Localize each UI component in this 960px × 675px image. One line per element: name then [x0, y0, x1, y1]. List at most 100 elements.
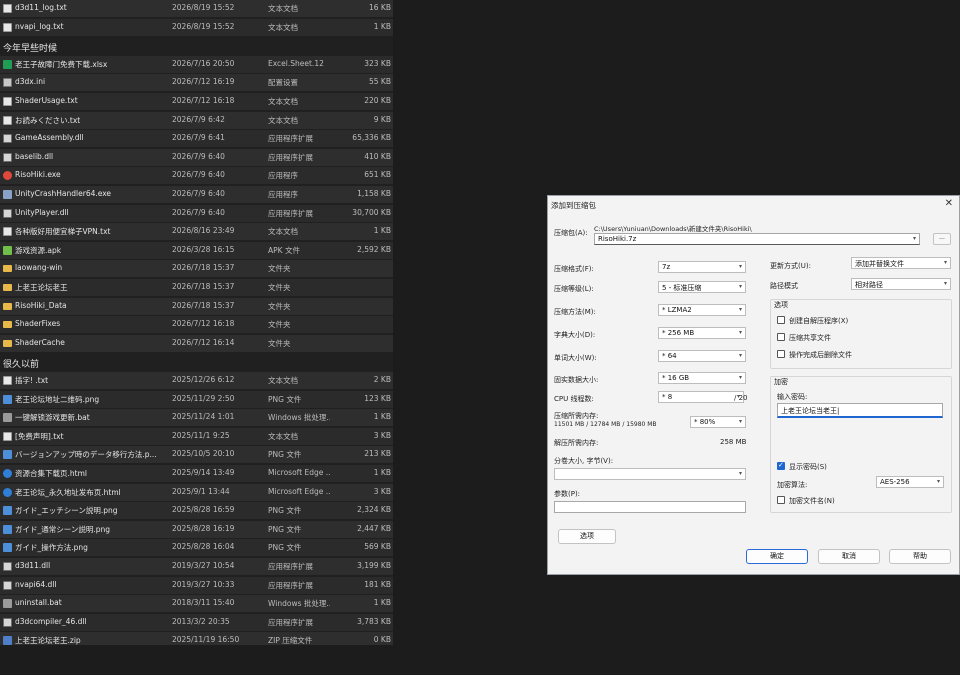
file-row[interactable]: お読みください.txt 2026/7/9 6:42 文本文档 9 KB: [0, 111, 393, 129]
format-value: 7z: [662, 263, 671, 271]
method-select[interactable]: * LZMA2 ▾: [658, 304, 746, 316]
options-button[interactable]: 选项: [558, 529, 616, 544]
file-type: Windows 批处理...: [268, 599, 330, 609]
zip-file-icon: [3, 636, 12, 645]
file-date: 2026/3/28 16:15: [172, 244, 235, 254]
file-name: ShaderFixes: [15, 319, 61, 329]
file-row[interactable]: ShaderFixes 2026/7/12 16:18 文件夹: [0, 316, 393, 334]
password-input[interactable]: 上老王论坛当老王|: [777, 403, 943, 418]
file-row[interactable]: ShaderUsage.txt 2026/7/12 16:18 文本文档 220 KB: [0, 93, 393, 110]
file-type: PNG 文件: [268, 543, 302, 553]
level-value: 5 - 标准压缩: [662, 284, 702, 292]
file-row[interactable]: 老王论坛地址二维码.png 2025/11/29 2:50 PNG 文件 123 KB: [0, 390, 393, 408]
file-row[interactable]: UnityPlayer.dll 2026/7/9 6:40 应用程序扩展 30,700…: [0, 204, 393, 222]
file-name: laowang-win: [15, 263, 63, 273]
dialog-title: 添加到压缩包: [551, 201, 596, 210]
group-header[interactable]: 今年早些时候: [3, 39, 57, 55]
file-row[interactable]: d3dcompiler_46.dll 2013/3/2 20:35 应用程序扩展 3,…: [0, 613, 393, 631]
options-group-title: 选项: [774, 301, 788, 309]
file-row[interactable]: [免费声明].txt 2025/11/1 9:25 文本文档 3 KB: [0, 427, 393, 445]
file-name: RisoHiki_Data: [15, 300, 67, 310]
cpu-threads-select[interactable]: * 8 ▾: [658, 391, 744, 403]
param-input[interactable]: [554, 501, 746, 513]
shared-checkbox[interactable]: [777, 333, 785, 341]
format-select[interactable]: 7z ▾: [658, 261, 746, 273]
sfx-label: 创建自解压程序(X): [789, 317, 849, 325]
file-row[interactable]: UnityCrashHandler64.exe 2026/7/9 6:40 应用程序…: [0, 186, 393, 203]
sfx-checkbox[interactable]: [777, 316, 785, 324]
split-size-select[interactable]: ▾: [554, 468, 746, 480]
file-row[interactable]: 老王论坛_永久地址发布页.html 2025/9/1 13:44 Microsoft…: [0, 483, 393, 501]
file-row[interactable]: RisoHiki.exe 2026/7/9 6:40 应用程序 651 KB: [0, 167, 393, 185]
file-row[interactable]: nvapi_log.txt 2026/8/19 15:52 文本文档 1 KB: [0, 18, 393, 36]
file-row[interactable]: laowang-win 2026/7/18 15:37 文件夹: [0, 260, 393, 278]
file-name: UnityPlayer.dll: [15, 207, 69, 217]
format-label: 压缩格式(F):: [554, 265, 594, 273]
file-name: 上老王论坛老王: [15, 283, 68, 292]
file-row[interactable]: 资源合集下载页.html 2025/9/14 13:49 Microsoft Edg…: [0, 465, 393, 482]
file-row[interactable]: バージョンアップ時のデータ移行方法.p... 2025/10/5 20:10 PNG…: [0, 446, 393, 464]
solid-select[interactable]: * 16 GB ▾: [658, 372, 746, 384]
file-size: 1 KB: [373, 412, 391, 422]
file-row[interactable]: 上老王论坛老王 2026/7/18 15:37 文件夹: [0, 279, 393, 296]
mem-detail: 11501 MB / 12784 MB / 15980 MB: [554, 421, 657, 428]
mem-percent-select[interactable]: * 80% ▾: [690, 416, 746, 428]
file-row[interactable]: 各种版好用便宜梯子VPN.txt 2026/8/16 23:49 文本文档 1 KB: [0, 223, 393, 241]
file-name: バージョンアップ時のデータ移行方法.p...: [15, 450, 157, 460]
update-mode-select[interactable]: 添加并替换文件 ▾: [851, 257, 951, 269]
archive-name-input[interactable]: RisoHiki.7z ▾: [594, 233, 920, 245]
word-select[interactable]: * 64 ▾: [658, 350, 746, 362]
file-row[interactable]: ガイド_操作方法.png 2025/8/28 16:04 PNG 文件 569 KB: [0, 539, 393, 557]
close-icon[interactable]: ✕: [945, 198, 953, 209]
file-row[interactable]: RisoHiki_Data 2026/7/18 15:37 文件夹: [0, 297, 393, 315]
delete-after-label: 操作完成后删除文件: [789, 351, 852, 359]
file-date: 2025/8/28 16:59: [172, 505, 235, 515]
help-button[interactable]: 帮助: [889, 549, 951, 564]
file-row[interactable]: 上老王论坛老王.zip 2025/11/19 16:50 ZIP 压缩文件 0 KB: [0, 632, 393, 645]
file-date: 2026/7/12 16:19: [172, 77, 235, 87]
encryption-group-title: 加密: [774, 378, 788, 386]
file-date: 2025/8/28 16:19: [172, 523, 235, 533]
file-type: 文件夹: [268, 283, 291, 292]
solid-label: 固实数据大小:: [554, 376, 599, 384]
group-header[interactable]: 很久以前: [3, 355, 39, 371]
dll-file-icon: [3, 617, 12, 627]
file-row[interactable]: 插字! .txt 2025/12/26 6:12 文本文档 2 KB: [0, 372, 393, 389]
file-row[interactable]: ShaderCache 2026/7/12 16:14 文件夹: [0, 334, 393, 352]
level-label: 压缩等级(L):: [554, 285, 594, 293]
encrypt-names-label: 加密文件名(N): [789, 497, 835, 505]
file-name: d3dx.ini: [15, 77, 46, 87]
cancel-button[interactable]: 取消: [818, 549, 880, 564]
add-to-archive-dialog: 添加到压缩包 ✕ 压缩包(A): C:\Users\Yuniuan\Downlo…: [547, 195, 960, 575]
file-row[interactable]: nvapi64.dll 2019/3/27 10:33 应用程序扩展 181 KB: [0, 576, 393, 594]
file-row[interactable]: baselib.dll 2026/7/9 6:40 应用程序扩展 410 KB: [0, 148, 393, 166]
file-row[interactable]: ガイド_エッチシーン説明.png 2025/8/28 16:59 PNG 文件 2,3…: [0, 502, 393, 520]
file-row[interactable]: d3dx.ini 2026/7/12 16:19 配置设置 55 KB: [0, 74, 393, 92]
file-name: UnityCrashHandler64.exe: [15, 189, 112, 198]
file-type: 文本文档: [268, 227, 298, 237]
level-select[interactable]: 5 - 标准压缩 ▾: [658, 281, 746, 293]
png-file-icon: [3, 543, 12, 553]
file-date: 2025/11/24 1:01: [172, 412, 235, 422]
file-row[interactable]: d3d11.dll 2019/3/27 10:54 应用程序扩展 3,199 KB: [0, 558, 393, 575]
file-name: nvapi64.dll: [15, 579, 57, 589]
ok-button[interactable]: 确定: [746, 549, 808, 564]
file-type: 文本文档: [268, 431, 298, 441]
chevron-down-icon: ▾: [936, 478, 940, 485]
encrypt-names-checkbox[interactable]: [777, 496, 785, 504]
delete-after-checkbox[interactable]: [777, 350, 785, 358]
file-type: 应用程序扩展: [268, 208, 313, 218]
file-row[interactable]: ガイド_通常シーン説明.png 2025/8/28 16:19 PNG 文件 2,44…: [0, 520, 393, 538]
file-type: PNG 文件: [268, 394, 302, 404]
show-password-checkbox[interactable]: [777, 461, 785, 470]
path-mode-select[interactable]: 相对路径 ▾: [851, 278, 951, 290]
browse-button[interactable]: ...: [933, 233, 951, 245]
file-row[interactable]: d3d11_log.txt 2026/8/19 15:52 文本文档 16 KB: [0, 0, 393, 17]
file-row[interactable]: 游戏资源.apk 2026/3/28 16:15 APK 文件 2,592 KB: [0, 241, 393, 259]
file-row[interactable]: 老王子故障门免费下载.xlsx 2026/7/16 20:50 Excel.Shee…: [0, 55, 393, 73]
enc-method-select[interactable]: AES-256 ▾: [876, 476, 944, 488]
file-row[interactable]: 一键解锁游戏更新.bat 2025/11/24 1:01 Windows 批处理..…: [0, 409, 393, 427]
file-row[interactable]: uninstall.bat 2018/3/11 15:40 Windows 批处理.…: [0, 595, 393, 613]
dict-select[interactable]: * 256 MB ▾: [658, 327, 746, 339]
file-row[interactable]: GameAssembly.dll 2026/7/9 6:41 应用程序扩展 65,33…: [0, 130, 393, 148]
